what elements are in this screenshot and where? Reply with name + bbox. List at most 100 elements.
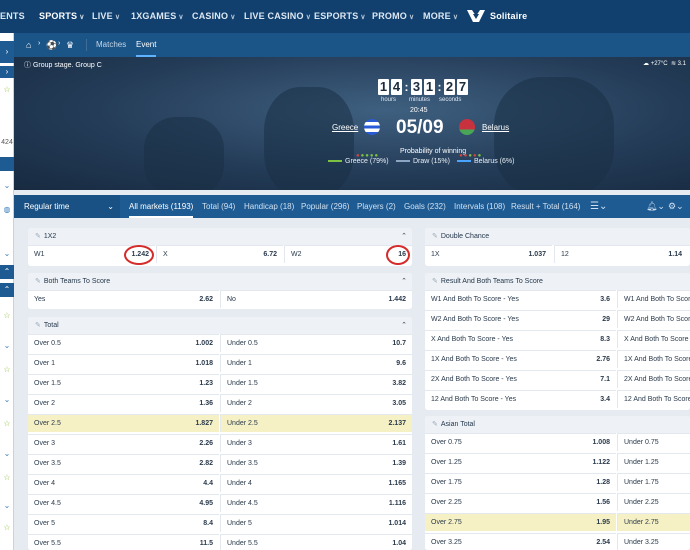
tab-popular[interactable]: Popular (296) — [301, 195, 349, 218]
result-btts-outcome[interactable]: 1X And Both To Score - No — [617, 350, 690, 368]
chevron-down-icon[interactable]: ⌄ — [0, 501, 14, 510]
asian-over-outcome[interactable]: Over 3.25 2.54 — [425, 533, 616, 550]
total-under-outcome[interactable]: Under 3 1.61 — [220, 434, 412, 452]
total-over-outcome[interactable]: Over 3.5 2.82 — [28, 454, 219, 472]
gear-icon[interactable]: ⚙⌄ — [668, 195, 684, 218]
trophy-icon[interactable]: ♛ — [66, 40, 74, 51]
asian-over-outcome[interactable]: Over 1.25 1.122 — [425, 453, 616, 471]
chevron-down-icon[interactable]: ⌄ — [0, 395, 14, 404]
tab-total[interactable]: Total (94) — [202, 195, 235, 218]
globe-icon[interactable]: ◍ — [0, 205, 14, 214]
more-tabs-icon[interactable]: ☰⌄ — [590, 195, 607, 218]
star-icon[interactable]: ☆ — [0, 419, 14, 428]
total-under-outcome[interactable]: Under 1 9.6 — [220, 354, 412, 372]
outcome-x[interactable]: X 6.72 — [156, 245, 283, 263]
total-under-outcome[interactable]: Under 2.5 2.137 — [220, 414, 412, 432]
pin-icon[interactable]: ✎ — [35, 278, 41, 285]
asian-under-outcome[interactable]: Under 2.25 — [617, 493, 690, 511]
chevron-up-icon[interactable]: ⌃ — [401, 317, 407, 334]
nav-item-esports[interactable]: ESPORTS ∨ — [314, 0, 366, 33]
total-over-outcome[interactable]: Over 2 1.36 — [28, 394, 219, 412]
total-over-outcome[interactable]: Over 5 8.4 — [28, 514, 219, 532]
result-btts-outcome[interactable]: 12 And Both To Score - Yes 3.4 — [425, 390, 616, 408]
pin-icon[interactable]: ✎ — [35, 233, 41, 240]
total-over-outcome[interactable]: Over 4.5 4.95 — [28, 494, 219, 512]
home-team[interactable]: Greece — [332, 123, 358, 132]
total-under-outcome[interactable]: Under 1.5 3.82 — [220, 374, 412, 392]
pin-icon[interactable]: ✎ — [432, 233, 438, 240]
outcome-1x[interactable]: 1X 1.037 — [425, 245, 552, 263]
result-btts-outcome[interactable]: 2X And Both To Score - Yes 7.1 — [425, 370, 616, 388]
result-btts-outcome[interactable]: 12 And Both To Score - No — [617, 390, 690, 408]
total-under-outcome[interactable]: Under 0.5 10.7 — [220, 334, 412, 352]
result-btts-outcome[interactable]: X And Both To Score - No — [617, 330, 690, 348]
nav-item-live[interactable]: LIVE ∨ — [92, 0, 120, 33]
total-over-outcome[interactable]: Over 3 2.26 — [28, 434, 219, 452]
nav-item-casino[interactable]: CASINO ∨ — [192, 0, 236, 33]
pin-icon[interactable]: ✎ — [432, 278, 438, 285]
total-under-outcome[interactable]: Under 2 3.05 — [220, 394, 412, 412]
total-under-outcome[interactable]: Under 5 1.014 — [220, 514, 412, 532]
chevron-down-icon[interactable]: ⌄ — [0, 181, 14, 190]
tab-event[interactable]: Event — [136, 33, 157, 57]
asian-under-outcome[interactable]: Under 3.25 — [617, 533, 690, 550]
outcome-yes[interactable]: Yes 2.62 — [28, 290, 219, 308]
asian-under-outcome[interactable]: Under 0.75 — [617, 433, 690, 451]
chevron-down-icon[interactable]: ⌄ — [0, 249, 14, 258]
pin-icon[interactable]: ✎ — [432, 421, 438, 428]
result-btts-outcome[interactable]: X And Both To Score - Yes 8.3 — [425, 330, 616, 348]
nav-item-live-casino[interactable]: LIVE CASINO ∨ — [244, 0, 311, 33]
result-btts-outcome[interactable]: 1X And Both To Score - Yes 2.76 — [425, 350, 616, 368]
nav-item-events[interactable]: ENTS — [0, 0, 25, 33]
asian-under-outcome[interactable]: Under 2.75 — [617, 513, 690, 531]
tab-goals[interactable]: Goals (232) — [404, 195, 446, 218]
total-over-outcome[interactable]: Over 1.5 1.23 — [28, 374, 219, 392]
star-icon[interactable]: ☆ — [0, 365, 14, 374]
total-under-outcome[interactable]: Under 3.5 1.39 — [220, 454, 412, 472]
chevron-down-icon[interactable]: ⌄ — [0, 449, 14, 458]
tab-intervals[interactable]: Intervals (108) — [454, 195, 505, 218]
total-over-outcome[interactable]: Over 0.5 1.002 — [28, 334, 219, 352]
result-btts-outcome[interactable]: W1 And Both To Score - Yes 3.6 — [425, 290, 616, 308]
chevron-down-icon[interactable]: ⌄ — [0, 341, 14, 350]
solitaire-logo-icon[interactable] — [466, 8, 486, 24]
total-over-outcome[interactable]: Over 4 4.4 — [28, 474, 219, 492]
bell-icon[interactable]: 🔔︎⌄ — [646, 195, 665, 218]
asian-under-outcome[interactable]: Under 1.75 — [617, 473, 690, 491]
nav-item-sports[interactable]: SPORTS ∨ — [39, 0, 85, 33]
outcome-12[interactable]: 12 1.14 — [554, 245, 690, 263]
total-under-outcome[interactable]: Under 4.5 1.116 — [220, 494, 412, 512]
home-icon[interactable]: ⌂ — [26, 40, 31, 50]
period-select[interactable]: Regular time ⌄ — [14, 195, 120, 218]
star-icon[interactable]: ☆ — [0, 473, 14, 482]
total-over-outcome[interactable]: Over 5.5 11.5 — [28, 534, 219, 550]
chevron-up-icon[interactable]: ⌃ — [401, 273, 407, 290]
nav-item-promo[interactable]: PROMO ∨ — [372, 0, 414, 33]
tab-players[interactable]: Players (2) — [357, 195, 396, 218]
total-under-outcome[interactable]: Under 4 1.165 — [220, 474, 412, 492]
asian-over-outcome[interactable]: Over 2.75 1.95 — [425, 513, 616, 531]
away-team[interactable]: Belarus — [482, 123, 509, 132]
star-icon[interactable]: ☆ — [0, 311, 14, 320]
pin-icon[interactable]: ✎ — [35, 322, 41, 329]
total-over-outcome[interactable]: Over 2.5 1.827 — [28, 414, 219, 432]
result-btts-outcome[interactable]: 2X And Both To Score - No — [617, 370, 690, 388]
asian-over-outcome[interactable]: Over 0.75 1.008 — [425, 433, 616, 451]
star-icon[interactable]: ☆ — [0, 523, 14, 532]
nav-item-1xgames[interactable]: 1XGAMES ∨ — [131, 0, 184, 33]
asian-over-outcome[interactable]: Over 1.75 1.28 — [425, 473, 616, 491]
result-btts-outcome[interactable]: W1 And Both To Score - No — [617, 290, 690, 308]
sidebar-up[interactable]: ⌃ — [0, 265, 14, 279]
tab-matches[interactable]: Matches — [96, 33, 126, 57]
asian-over-outcome[interactable]: Over 2.25 1.56 — [425, 493, 616, 511]
sidebar-up[interactable]: ⌃ — [0, 283, 14, 297]
star-icon[interactable]: ☆ — [0, 85, 14, 94]
football-icon[interactable]: ⚽ — [46, 40, 57, 51]
tab-result-total[interactable]: Result + Total (164) — [511, 195, 580, 218]
sidebar-arrow[interactable]: › — [0, 66, 14, 78]
result-btts-outcome[interactable]: W2 And Both To Score - No — [617, 310, 690, 328]
sidebar-toggle[interactable]: › — [0, 41, 14, 63]
total-under-outcome[interactable]: Under 5.5 1.04 — [220, 534, 412, 550]
total-over-outcome[interactable]: Over 1 1.018 — [28, 354, 219, 372]
tab-handicap[interactable]: Handicap (18) — [244, 195, 294, 218]
